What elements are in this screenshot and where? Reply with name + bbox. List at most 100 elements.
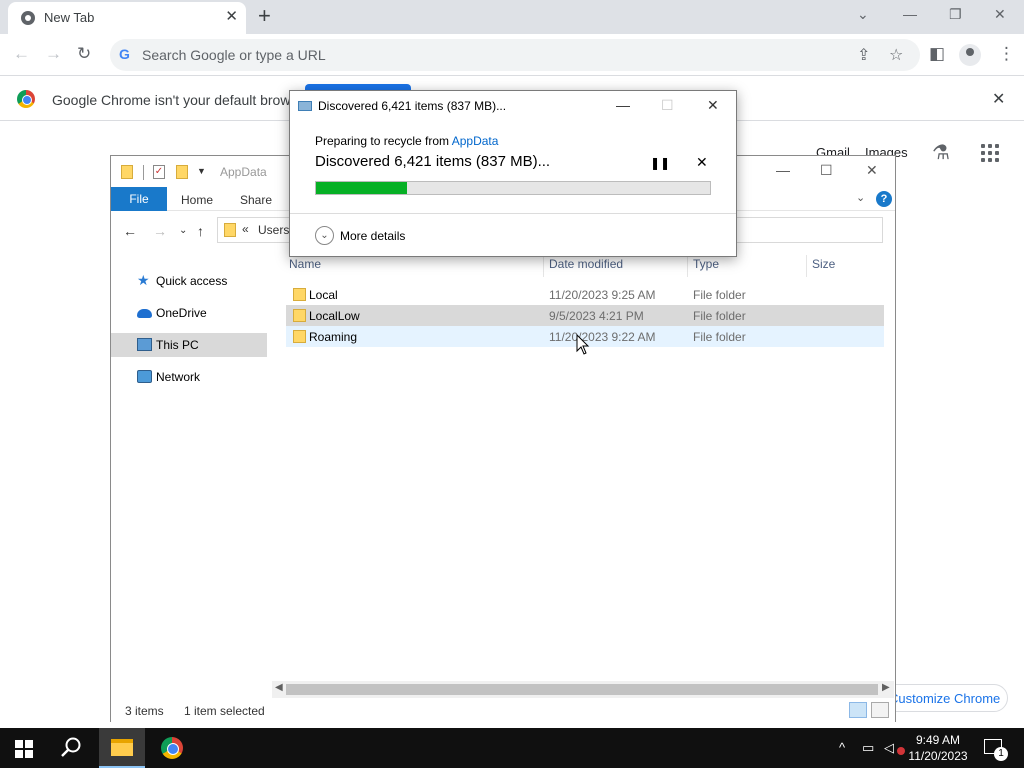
address-folder-icon <box>224 223 236 237</box>
ribbon-tab-share[interactable]: Share <box>240 193 272 207</box>
row-type: File folder <box>693 330 746 344</box>
address-segment-users[interactable]: Users <box>258 223 289 237</box>
row-date: 11/20/2023 9:22 AM <box>549 330 656 344</box>
recent-locations-icon[interactable]: ⌄ <box>179 225 187 236</box>
show-hidden-icons-icon[interactable]: ^ <box>839 740 845 755</box>
customize-chrome-button[interactable]: Customize Chrome <box>880 684 1008 712</box>
customize-quick-access-icon[interactable]: ▼ <box>197 166 206 176</box>
network-status-icon[interactable]: ▭ <box>862 740 874 756</box>
column-header-date-modified[interactable]: Date modified <box>549 257 623 277</box>
column-header-size[interactable]: Size <box>812 257 835 277</box>
address-overflow-chevron[interactable]: « <box>242 222 249 236</box>
tab-close-icon[interactable]: ✕ <box>225 9 238 25</box>
chrome-tabstrip: New Tab ✕ + ⌄ — ❐ ✕ <box>0 0 1024 34</box>
properties-icon[interactable]: ✓ <box>153 165 165 179</box>
google-apps-icon[interactable] <box>981 144 999 162</box>
network-icon <box>137 370 152 383</box>
new-tab-button[interactable]: + <box>258 4 271 28</box>
bookmark-star-icon[interactable]: ☆ <box>889 45 903 65</box>
table-row[interactable]: LocalLow 9/5/2023 4:21 PM File folder <box>286 305 884 326</box>
windows-taskbar: ^ ▭ ◁ 9:49 AM 11/20/2023 1 <box>0 728 1024 768</box>
explorer-statusbar: 3 items 1 item selected <box>111 702 895 722</box>
profile-avatar-icon[interactable] <box>959 44 981 66</box>
notification-count-badge: 1 <box>994 747 1008 761</box>
volume-icon[interactable]: ◁ <box>884 740 894 756</box>
details-view-icon[interactable] <box>849 702 867 718</box>
tab-new-tab[interactable]: New Tab ✕ <box>8 2 246 34</box>
clock-time: 9:49 AM <box>915 733 961 747</box>
back-icon[interactable]: ← <box>13 44 30 64</box>
nav-item-label: OneDrive <box>156 306 207 320</box>
clock-date: 11/20/2023 <box>908 749 968 763</box>
row-date: 11/20/2023 9:25 AM <box>549 288 656 302</box>
nav-item-label: Network <box>156 370 201 384</box>
explorer-title: AppData <box>220 165 267 179</box>
status-selected-count: 1 item selected <box>184 704 265 718</box>
column-header-name[interactable]: Name <box>289 257 321 277</box>
new-folder-icon[interactable] <box>176 165 188 179</box>
dialog-minimize-icon[interactable]: — <box>616 97 630 113</box>
table-row[interactable]: Local 11/20/2023 9:25 AM File folder <box>286 284 884 305</box>
explorer-forward-icon[interactable]: → <box>153 223 167 239</box>
nav-item-label: This PC <box>156 338 199 352</box>
nav-item-this-pc[interactable]: This PC <box>111 333 267 357</box>
taskbar-chrome[interactable] <box>149 728 195 768</box>
help-icon[interactable]: ? <box>876 191 892 207</box>
nav-item-onedrive[interactable]: OneDrive <box>111 301 267 325</box>
forward-icon[interactable]: → <box>45 44 62 64</box>
scroll-left-icon[interactable]: ◀ <box>275 682 283 693</box>
star-icon: ★ <box>137 272 150 288</box>
windows-start-icon[interactable] <box>15 740 33 758</box>
more-details-button[interactable]: ⌄ More details <box>315 226 435 246</box>
side-panel-icon[interactable]: ◧ <box>929 44 945 64</box>
explorer-close-icon[interactable]: ✕ <box>866 162 878 179</box>
scroll-right-icon[interactable]: ▶ <box>882 682 890 693</box>
ribbon-expand-icon[interactable]: ⌄ <box>856 191 865 204</box>
dialog-maximize-icon: ☐ <box>661 97 674 113</box>
source-folder-link[interactable]: AppData <box>452 134 499 148</box>
row-type: File folder <box>693 309 746 323</box>
column-divider[interactable] <box>806 255 807 277</box>
horizontal-scrollbar[interactable]: ◀ ▶ <box>272 681 894 698</box>
column-header-type[interactable]: Type <box>693 257 719 277</box>
folder-icon <box>121 165 133 179</box>
cloud-icon <box>137 309 152 318</box>
google-g-icon: G <box>119 46 130 62</box>
dialog-status-text: Discovered 6,421 items (837 MB)... <box>315 153 551 170</box>
close-window-icon[interactable]: ✕ <box>994 6 1006 23</box>
recycle-progress-dialog: Discovered 6,421 items (837 MB)... — ☐ ✕… <box>289 90 737 257</box>
explorer-back-icon[interactable]: ← <box>123 223 137 239</box>
folder-icon <box>293 288 306 301</box>
up-folder-icon[interactable]: ↑ <box>197 223 204 239</box>
scrollbar-thumb[interactable] <box>286 684 878 695</box>
dialog-close-icon[interactable]: ✕ <box>707 97 719 114</box>
explorer-minimize-icon[interactable]: — <box>776 162 790 178</box>
restore-icon[interactable]: ❐ <box>949 6 962 23</box>
reload-icon[interactable]: ↻ <box>77 44 91 64</box>
more-details-label: More details <box>340 229 406 243</box>
labs-flask-icon[interactable]: ⚗ <box>932 140 950 165</box>
nav-item-quick-access[interactable]: ★ Quick access <box>111 269 267 293</box>
ribbon-tab-home[interactable]: Home <box>181 193 213 207</box>
large-icons-view-icon[interactable] <box>871 702 889 718</box>
tab-search-icon[interactable]: ⌄ <box>857 6 869 23</box>
explorer-maximize-icon[interactable]: ☐ <box>820 162 833 179</box>
row-date: 9/5/2023 4:21 PM <box>549 309 644 323</box>
dialog-divider <box>290 213 736 214</box>
taskbar-file-explorer[interactable] <box>99 728 145 768</box>
pause-icon[interactable]: ❚❚ <box>650 156 670 170</box>
ribbon-tab-file[interactable]: File <box>111 187 167 211</box>
column-divider[interactable] <box>687 255 688 277</box>
nav-item-network[interactable]: Network <box>111 365 267 389</box>
share-icon[interactable]: ⇪ <box>857 45 870 65</box>
subtitle-prefix: Preparing to recycle from <box>315 134 450 148</box>
omnibox[interactable]: G Search Google or type a URL ⇪ ☆ <box>110 39 920 71</box>
search-icon[interactable] <box>60 736 82 758</box>
system-clock[interactable]: 9:49 AM 11/20/2023 <box>900 732 976 764</box>
menu-kebab-icon[interactable]: ⋮ <box>998 44 1015 64</box>
cancel-operation-icon[interactable]: ✕ <box>696 154 708 171</box>
minimize-icon[interactable]: — <box>903 6 917 22</box>
progress-fill <box>316 182 407 194</box>
infobar-close-icon[interactable]: ✕ <box>992 89 1005 109</box>
column-divider[interactable] <box>543 255 544 277</box>
